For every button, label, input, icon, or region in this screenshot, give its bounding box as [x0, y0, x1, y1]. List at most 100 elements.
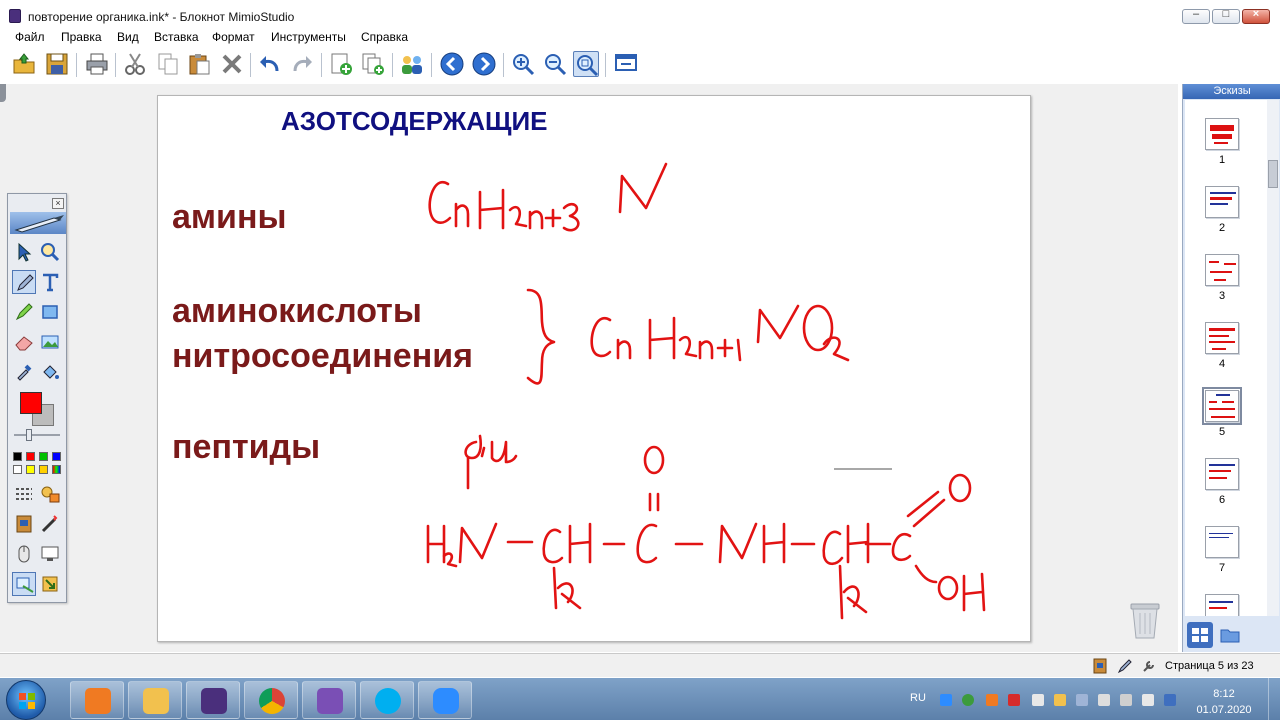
- screen-clip-tool[interactable]: [12, 572, 36, 596]
- notebook-page[interactable]: АЗОТСОДЕРЖАЩИЕ амины аминокислоты нитрос…: [157, 95, 1031, 642]
- pen-status-icon[interactable]: [1117, 658, 1133, 674]
- tools-palette[interactable]: ×: [7, 193, 67, 603]
- color-red[interactable]: [26, 452, 35, 461]
- folder-view-icon[interactable]: [1219, 624, 1241, 646]
- import-tool[interactable]: [38, 572, 62, 596]
- taskbar-zoom[interactable]: [418, 681, 472, 719]
- collaborate-button[interactable]: [399, 51, 425, 77]
- menu-tools[interactable]: Инструменты: [271, 30, 346, 44]
- paste-button[interactable]: [186, 51, 212, 77]
- line-color-swatch[interactable]: [20, 392, 42, 414]
- gallery-tool[interactable]: [38, 482, 62, 506]
- tray-check-icon[interactable]: [962, 694, 974, 706]
- thumbnails-scrollbar[interactable]: [1267, 100, 1279, 616]
- thumbnail-page[interactable]: [1205, 186, 1239, 218]
- eraser-tool[interactable]: [12, 330, 36, 354]
- clock-time[interactable]: 8:12: [1204, 688, 1244, 700]
- highlighter-tool[interactable]: [12, 300, 36, 324]
- line-style-tool[interactable]: [12, 482, 36, 506]
- shape-tool[interactable]: [38, 300, 62, 324]
- thumbnail-page[interactable]: [1205, 118, 1239, 150]
- pen-tool[interactable]: [12, 270, 36, 294]
- thumbnail-page[interactable]: [1205, 458, 1239, 490]
- color-yellow[interactable]: [26, 465, 35, 474]
- color-blue[interactable]: [52, 452, 61, 461]
- trash-icon[interactable]: [1128, 598, 1162, 640]
- thumbnails-view-icon[interactable]: [1187, 622, 1213, 648]
- menu-format[interactable]: Формат: [212, 30, 255, 44]
- zoom-tool[interactable]: [38, 240, 62, 264]
- previous-page-button[interactable]: [439, 51, 465, 77]
- show-desktop-button[interactable]: [1268, 678, 1280, 720]
- menu-help[interactable]: Справка: [361, 30, 408, 44]
- thumbnails-list[interactable]: 1 2 3 4 5 6 7: [1185, 100, 1267, 616]
- next-page-button[interactable]: [471, 51, 497, 77]
- palette-header[interactable]: [10, 212, 66, 234]
- tray-display-icon[interactable]: [1164, 694, 1176, 706]
- menu-view[interactable]: Вид: [117, 30, 139, 44]
- start-button[interactable]: [6, 680, 46, 720]
- tray-red-icon[interactable]: [1008, 694, 1020, 706]
- tray-battery-icon[interactable]: [1142, 694, 1154, 706]
- new-page-button[interactable]: [328, 51, 354, 77]
- fill-tool[interactable]: [38, 360, 62, 384]
- menu-insert[interactable]: Вставка: [154, 30, 199, 44]
- print-button[interactable]: [84, 51, 110, 77]
- save-button[interactable]: [44, 51, 70, 77]
- select-tool[interactable]: [12, 240, 36, 264]
- cut-button[interactable]: [122, 51, 148, 77]
- tray-flag-icon[interactable]: [1054, 694, 1066, 706]
- color-black[interactable]: [13, 452, 22, 461]
- line-width-slider[interactable]: [14, 434, 60, 436]
- maximize-button[interactable]: □: [1212, 8, 1240, 24]
- tray-orange-icon[interactable]: [986, 694, 998, 706]
- tray-network-icon[interactable]: [1098, 694, 1110, 706]
- fullscreen-button[interactable]: [613, 51, 639, 77]
- taskbar-mimio-studio[interactable]: [302, 681, 356, 719]
- wrench-status-icon[interactable]: [1141, 658, 1157, 674]
- thumbnail-page[interactable]: [1205, 526, 1239, 558]
- tray-volume-icon[interactable]: [1032, 694, 1044, 706]
- menu-edit[interactable]: Правка: [61, 30, 102, 44]
- delete-button[interactable]: [219, 51, 245, 77]
- clock-date[interactable]: 01.07.2020: [1192, 704, 1256, 716]
- close-button[interactable]: ×: [1242, 8, 1270, 24]
- zoom-in-button[interactable]: [510, 51, 536, 77]
- connect-tool[interactable]: [38, 512, 62, 536]
- line-width-slider-thumb[interactable]: [26, 429, 32, 441]
- thumbnail-page-selected[interactable]: [1202, 387, 1242, 425]
- screen-tool[interactable]: [38, 542, 62, 566]
- zoom-out-button[interactable]: [542, 51, 568, 77]
- color-white[interactable]: [13, 465, 22, 474]
- thumbnail-page[interactable]: [1205, 254, 1239, 286]
- menu-file[interactable]: Файл: [15, 30, 45, 44]
- color-more[interactable]: [52, 465, 61, 474]
- tray-zoom-icon[interactable]: [940, 694, 952, 706]
- thumbnail-page[interactable]: [1205, 322, 1239, 354]
- taskbar-skype[interactable]: [360, 681, 414, 719]
- color-green[interactable]: [39, 452, 48, 461]
- tray-pen-icon[interactable]: [1076, 694, 1088, 706]
- image-tool[interactable]: [38, 330, 62, 354]
- undo-button[interactable]: [257, 51, 283, 77]
- taskbar-mimio-notebook[interactable]: [186, 681, 240, 719]
- thumbnail-page[interactable]: [1205, 594, 1239, 616]
- eyedropper-tool[interactable]: [12, 360, 36, 384]
- recorder-status-icon[interactable]: [1093, 658, 1107, 674]
- zoom-fit-button[interactable]: [573, 51, 599, 77]
- copy-button[interactable]: [155, 51, 181, 77]
- redo-button[interactable]: [289, 51, 315, 77]
- minimize-button[interactable]: –: [1182, 8, 1210, 24]
- open-button[interactable]: [11, 51, 37, 77]
- thumbnails-scrollbar-thumb[interactable]: [1268, 160, 1278, 188]
- language-indicator[interactable]: RU: [910, 692, 926, 704]
- tray-device-icon[interactable]: [1120, 694, 1132, 706]
- duplicate-page-button[interactable]: [360, 51, 386, 77]
- recorder-tool[interactable]: [12, 512, 36, 536]
- text-tool[interactable]: [38, 270, 62, 294]
- mouse-tool[interactable]: [12, 542, 36, 566]
- palette-close-icon[interactable]: ×: [52, 198, 64, 209]
- taskbar-chrome[interactable]: [244, 681, 298, 719]
- taskbar-explorer[interactable]: [128, 681, 182, 719]
- taskbar-media-player[interactable]: [70, 681, 124, 719]
